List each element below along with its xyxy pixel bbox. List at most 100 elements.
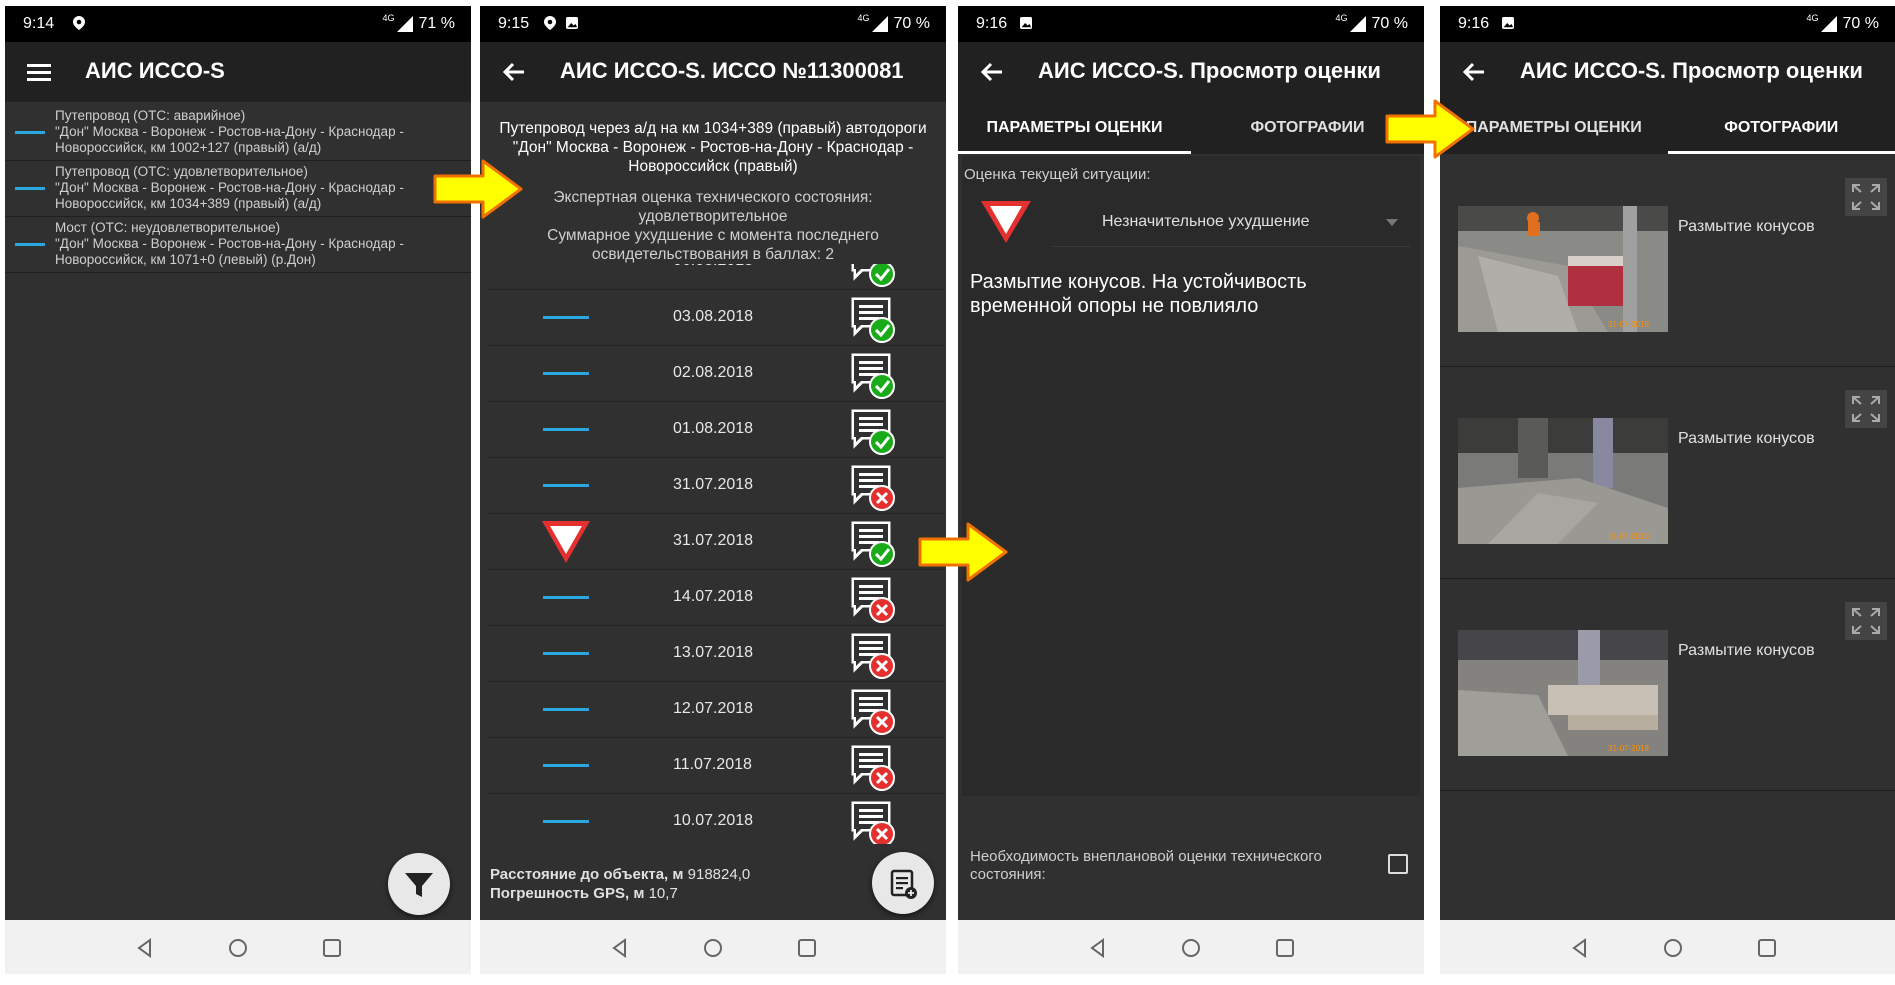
- battery-level: 71 %: [418, 15, 455, 32]
- signal-icon: [1349, 16, 1366, 32]
- recents-nav-icon[interactable]: [797, 938, 817, 958]
- inspection-row[interactable]: 14.07.2018: [488, 570, 943, 626]
- situation-value: Незначительное ухудшение: [1102, 213, 1310, 230]
- photo-date-stamp: 31-07-2018: [1608, 532, 1649, 541]
- status-dash: [543, 764, 589, 767]
- inspection-date: 01.08.2018: [673, 420, 754, 437]
- inspection-date: 10.07.2018: [673, 812, 754, 829]
- photo-card[interactable]: 31-07-2018 Размытие конусов: [1440, 156, 1895, 367]
- app-title: АИС ИССО-S. ИССО №11300081: [560, 58, 904, 83]
- status-dash: [543, 484, 589, 487]
- photo-caption: Размытие конусов: [1678, 642, 1815, 659]
- tab-bar: ПАРАМЕТРЫ ОЦЕНКИ ФОТОГРАФИИ: [958, 102, 1424, 154]
- image-notification-icon: [1020, 17, 1032, 29]
- recents-nav-icon[interactable]: [322, 938, 342, 958]
- status-bar: 9:14 4G 71 %: [5, 6, 471, 42]
- photo-thumbnail[interactable]: 31-07-2018: [1458, 418, 1668, 544]
- back-arrow-icon[interactable]: [1458, 56, 1490, 88]
- inspection-date: 12.07.2018: [673, 700, 754, 717]
- report-rejected-icon[interactable]: [848, 630, 898, 680]
- inspection-row[interactable]: 03.08.2018: [488, 290, 943, 346]
- report-rejected-icon[interactable]: [848, 686, 898, 736]
- inspection-date: 02.08.2018: [673, 364, 754, 381]
- add-list-icon: [890, 869, 917, 899]
- back-nav-icon[interactable]: [1570, 938, 1590, 958]
- add-assessment-button[interactable]: [872, 852, 934, 914]
- report-approved-icon[interactable]: [848, 294, 898, 344]
- fullscreen-icon: [1852, 608, 1880, 634]
- expand-photo-button[interactable]: [1845, 602, 1887, 640]
- recents-nav-icon[interactable]: [1757, 938, 1777, 958]
- distance-label: Расстояние до объекта, м: [490, 866, 684, 883]
- unplanned-row: Необходимость внеплановой оценки техниче…: [962, 796, 1420, 920]
- inspection-row[interactable]: 01.08.2018: [488, 402, 943, 458]
- photo-card[interactable]: 31-07-2018 Размытие конусов: [1440, 368, 1895, 579]
- back-nav-icon[interactable]: [135, 938, 155, 958]
- report-approved-icon[interactable]: [848, 518, 898, 568]
- status-dash: [543, 652, 589, 655]
- expand-photo-button[interactable]: [1845, 178, 1887, 216]
- inspection-row[interactable]: 13.07.2018: [488, 626, 943, 682]
- unplanned-label: Необходимость внеплановой оценки техниче…: [970, 848, 1322, 883]
- tab-assessment-params[interactable]: ПАРАМЕТРЫ ОЦЕНКИ: [958, 102, 1191, 154]
- inspection-date: 06.08.2018: [673, 264, 753, 270]
- report-approved-icon[interactable]: [848, 406, 898, 456]
- status-time: 9:15: [498, 15, 530, 32]
- object-name: Путепровод через а/д на км 1034+389 (пра…: [499, 120, 927, 175]
- back-nav-icon[interactable]: [610, 938, 630, 958]
- inspection-row[interactable]: 06.08.2018: [488, 264, 943, 290]
- app-bar: АИС ИССО-S. ИССО №11300081: [480, 42, 946, 102]
- fullscreen-icon: [1852, 396, 1880, 422]
- inspection-row[interactable]: 10.07.2018: [488, 794, 943, 844]
- expand-photo-button[interactable]: [1845, 390, 1887, 428]
- inspection-date: 13.07.2018: [673, 644, 754, 661]
- back-arrow-icon[interactable]: [976, 56, 1008, 88]
- recents-nav-icon[interactable]: [1275, 938, 1295, 958]
- photo-thumbnail[interactable]: 31-07-2018: [1458, 630, 1668, 756]
- status-time: 9:16: [1458, 15, 1490, 32]
- inspection-row[interactable]: 11.07.2018: [488, 738, 943, 794]
- deterioration-triangle-icon: [981, 201, 1031, 243]
- location-icon: [73, 16, 85, 30]
- unplanned-checkbox[interactable]: [1388, 854, 1408, 874]
- inspection-row[interactable]: 12.07.2018: [488, 682, 943, 738]
- home-nav-icon[interactable]: [228, 938, 248, 958]
- home-nav-icon[interactable]: [703, 938, 723, 958]
- inspection-row[interactable]: 02.08.2018: [488, 346, 943, 402]
- report-rejected-icon[interactable]: [848, 798, 898, 844]
- home-nav-icon[interactable]: [1663, 938, 1683, 958]
- status-dash: [543, 708, 589, 711]
- report-rejected-icon[interactable]: [848, 742, 898, 792]
- chevron-down-icon: [1386, 219, 1398, 226]
- situation-dropdown[interactable]: Незначительное ухудшение: [1052, 196, 1410, 247]
- report-rejected-icon[interactable]: [848, 462, 898, 512]
- screen-object-details: 9:15 4G 70 % АИС ИССО-S. ИССО №11300081 П…: [480, 6, 946, 974]
- object-text: Путепровод (ОТС: удовлетворительное) "До…: [55, 164, 404, 211]
- inspection-date: 31.07.2018: [673, 476, 754, 493]
- object-list-item[interactable]: Путепровод (ОТС: удовлетворительное) "До…: [5, 161, 471, 217]
- app-bar: АИС ИССО-S. Просмотр оценки: [1440, 42, 1895, 102]
- tab-photos[interactable]: ФОТОГРАФИИ: [1667, 102, 1895, 154]
- report-rejected-icon[interactable]: [848, 574, 898, 624]
- object-list-item[interactable]: Путепровод (ОТС: аварийное) "Дон" Москва…: [5, 105, 471, 161]
- assessment-description[interactable]: Размытие конусов. На устойчивость времен…: [970, 270, 1390, 318]
- home-nav-icon[interactable]: [1181, 938, 1201, 958]
- status-dash: [543, 428, 589, 431]
- expert-assessment-value: удовлетворительное: [638, 208, 788, 225]
- menu-icon[interactable]: [23, 56, 55, 88]
- situation-label: Оценка текущей ситуации:: [964, 166, 1151, 183]
- report-approved-icon[interactable]: [848, 264, 898, 288]
- status-dash: [543, 820, 589, 823]
- filter-button[interactable]: [388, 853, 450, 915]
- inspection-row[interactable]: 31.07.2018: [488, 514, 943, 570]
- report-approved-icon[interactable]: [848, 350, 898, 400]
- image-notification-icon: [566, 17, 578, 29]
- photo-thumbnail[interactable]: 31-07-2018: [1458, 206, 1668, 332]
- object-list-item[interactable]: Мост (ОТС: неудовлетворительное) "Дон" М…: [5, 217, 471, 273]
- back-nav-icon[interactable]: [1088, 938, 1108, 958]
- back-arrow-icon[interactable]: [498, 56, 530, 88]
- object-text: Путепровод (ОТС: аварийное) "Дон" Москва…: [55, 108, 404, 155]
- inspection-row[interactable]: 31.07.2018: [488, 458, 943, 514]
- photo-card[interactable]: 31-07-2018 Размытие конусов: [1440, 580, 1895, 791]
- inspection-list[interactable]: 06.08.2018 03.08.2018 02.08.2018 01.08.2018…: [480, 264, 946, 844]
